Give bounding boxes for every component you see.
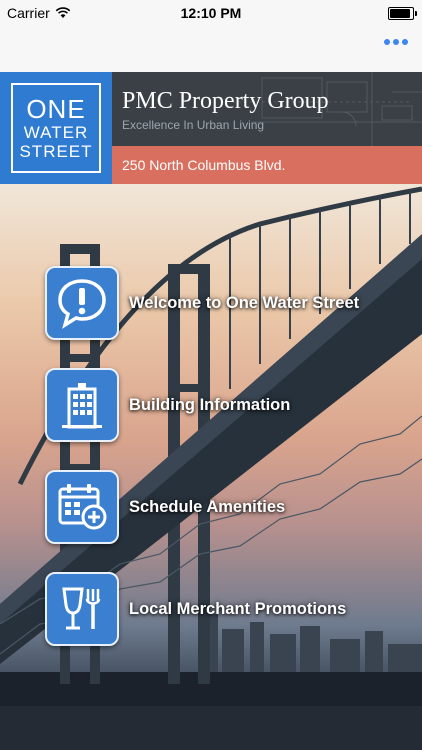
more-dot [402,39,408,45]
clock: 12:10 PM [180,5,242,21]
logo-line-water: WATER [23,123,89,142]
company-name: PMC Property Group [122,88,329,114]
menu-item-building-information[interactable]: Building Information [45,366,405,444]
status-bar: Carrier 12:10 PM [0,0,422,26]
navigation-bar [0,26,422,73]
menu-item-welcome[interactable]: Welcome to One Water Street [45,264,405,342]
one-water-street-logo: ONE WATER STREET [0,72,112,184]
menu-item-merchant-promotions-label: Local Merchant Promotions [129,599,347,618]
building-icon [45,368,119,442]
exclamation-bubble-icon [45,266,119,340]
logo-line-street: STREET [19,142,93,161]
dining-icon [45,572,119,646]
battery-icon [388,7,417,20]
menu-item-schedule-amenities-label: Schedule Amenities [129,497,286,516]
property-address: 250 North Columbus Blvd. [112,146,422,184]
more-horizontal-icon [384,39,390,45]
calendar-add-icon [45,470,119,544]
company-tagline: Excellence In Urban Living [122,118,265,132]
logo-frame: ONE WATER STREET [11,83,101,173]
property-header: ONE WATER STREET PMC Property Group Exce… [0,72,422,184]
menu-item-schedule-amenities[interactable]: Schedule Amenities [45,468,405,546]
menu-item-building-information-label: Building Information [129,395,291,414]
menu-item-welcome-label: Welcome to One Water Street [129,293,360,312]
screen: Carrier 12:10 PM ONE WATER STREET PMC Pr… [0,0,422,750]
more-dot [393,39,399,45]
menu-item-merchant-promotions[interactable]: Local Merchant Promotions [45,570,405,648]
more-options-button[interactable] [384,39,408,45]
logo-line-one: ONE [26,94,86,124]
